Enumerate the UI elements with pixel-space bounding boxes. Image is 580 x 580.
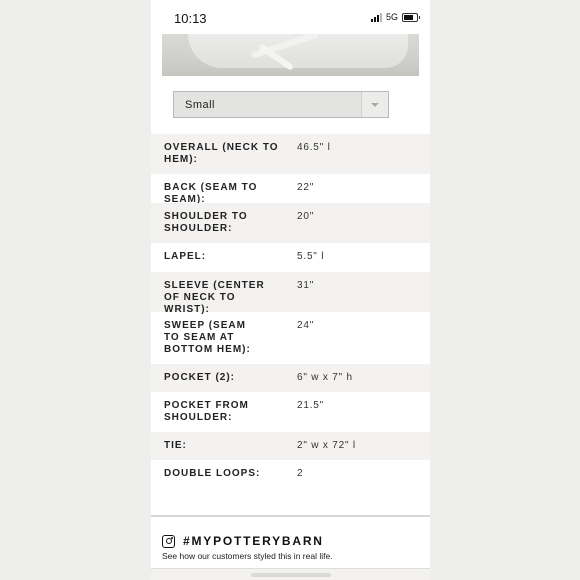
spec-value: 5.5" l: [297, 251, 325, 262]
spec-value: 2: [297, 468, 304, 479]
status-indicators: 5G: [370, 12, 420, 22]
phone-screen: 10:13 5G Small OVERALL (NECK TO HEM): 46…: [151, 0, 430, 580]
browser-bottom-bar: [151, 568, 430, 580]
section-divider: [151, 515, 430, 517]
spec-row: OVERALL (NECK TO HEM): 46.5" l: [151, 134, 430, 174]
chevron-down-icon: [371, 103, 379, 107]
status-bar: 10:13 5G: [151, 0, 430, 34]
spec-label: OVERALL (NECK TO HEM):: [164, 142, 279, 165]
spec-value: 46.5" l: [297, 142, 331, 153]
spec-label: SLEEVE (CENTER OF NECK TO WRIST):: [164, 280, 265, 315]
instagram-title: #MYPOTTERYBARN: [183, 534, 324, 548]
dropdown-toggle[interactable]: [361, 92, 388, 117]
product-image: [162, 34, 419, 76]
spec-row: SLEEVE (CENTER OF NECK TO WRIST): 31": [151, 272, 430, 315]
url-bar[interactable]: [251, 573, 331, 577]
spec-value: 22": [297, 182, 315, 193]
network-type: 5G: [385, 12, 398, 22]
spec-label: SWEEP (SEAM TO SEAM AT BOTTOM HEM):: [164, 320, 251, 355]
battery-icon: [402, 12, 420, 22]
spec-row: POCKET FROM SHOULDER: 21.5": [151, 392, 430, 432]
spec-label: POCKET FROM SHOULDER:: [164, 400, 249, 423]
size-select[interactable]: Small: [173, 91, 389, 118]
spec-row: LAPEL: 5.5" l: [151, 243, 430, 272]
signal-icon: [370, 12, 382, 22]
status-time: 10:13: [174, 11, 207, 26]
spec-row: BACK (SEAM TO SEAM): 22": [151, 174, 430, 205]
size-select-value: Small: [185, 99, 216, 111]
spec-row: DOUBLE LOOPS: 2: [151, 460, 430, 490]
spec-value: 6" w x 7" h: [297, 372, 353, 383]
spec-label: DOUBLE LOOPS:: [164, 468, 261, 479]
spec-label: POCKET (2):: [164, 372, 235, 383]
battery-fill: [404, 14, 413, 20]
spec-value: 2" w x 72" l: [297, 440, 356, 451]
size-specs-table: OVERALL (NECK TO HEM): 46.5" l BACK (SEA…: [151, 134, 430, 490]
spec-value: 20": [297, 211, 315, 222]
instagram-header[interactable]: #MYPOTTERYBARN: [162, 534, 324, 548]
spec-label: SHOULDER TO SHOULDER:: [164, 211, 248, 234]
spec-row: SHOULDER TO SHOULDER: 20": [151, 203, 430, 243]
spec-value: 21.5": [297, 400, 325, 411]
spec-row: TIE: 2" w x 72" l: [151, 432, 430, 460]
spec-row: POCKET (2): 6" w x 7" h: [151, 364, 430, 392]
spec-row: SWEEP (SEAM TO SEAM AT BOTTOM HEM): 24": [151, 312, 430, 364]
spec-value: 31": [297, 280, 315, 291]
spec-label: TIE:: [164, 440, 187, 451]
spec-value: 24": [297, 320, 315, 331]
instagram-icon: [162, 534, 175, 548]
instagram-subtitle: See how our customers styled this in rea…: [162, 551, 333, 561]
spec-label: LAPEL:: [164, 251, 207, 262]
